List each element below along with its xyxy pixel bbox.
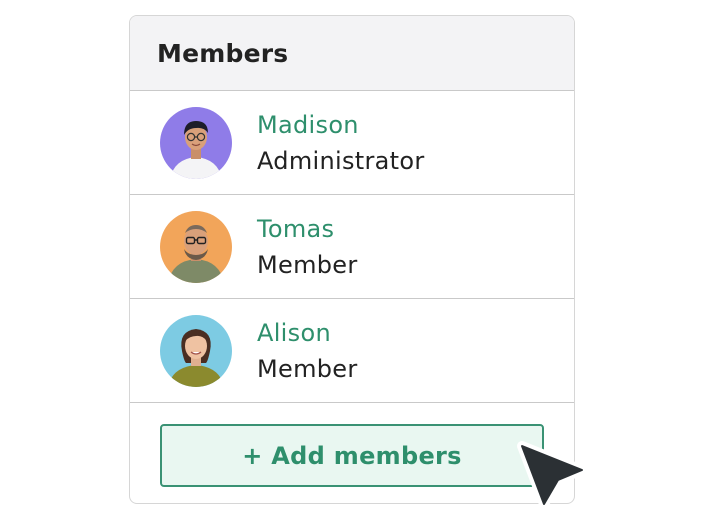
- member-role: Member: [257, 354, 358, 383]
- member-name[interactable]: Alison: [257, 315, 358, 351]
- member-row-tomas[interactable]: Tomas Member: [130, 195, 574, 299]
- panel-title: Members: [157, 38, 289, 68]
- member-row-alison[interactable]: Alison Member: [130, 299, 574, 403]
- member-role: Administrator: [257, 146, 425, 175]
- mouse-pointer-icon: [514, 440, 590, 514]
- avatar: [160, 106, 232, 179]
- member-row-madison[interactable]: Madison Administrator: [130, 91, 574, 195]
- panel-header: Members: [130, 16, 574, 91]
- add-members-button[interactable]: + Add members: [160, 424, 544, 487]
- member-role: Member: [257, 250, 358, 279]
- panel-footer: + Add members: [130, 403, 574, 503]
- member-name[interactable]: Tomas: [257, 211, 358, 247]
- members-panel: Members Madison Administrator Tomas Memb…: [129, 15, 575, 504]
- member-name[interactable]: Madison: [257, 107, 425, 143]
- avatar: [160, 314, 232, 387]
- avatar: [160, 210, 232, 283]
